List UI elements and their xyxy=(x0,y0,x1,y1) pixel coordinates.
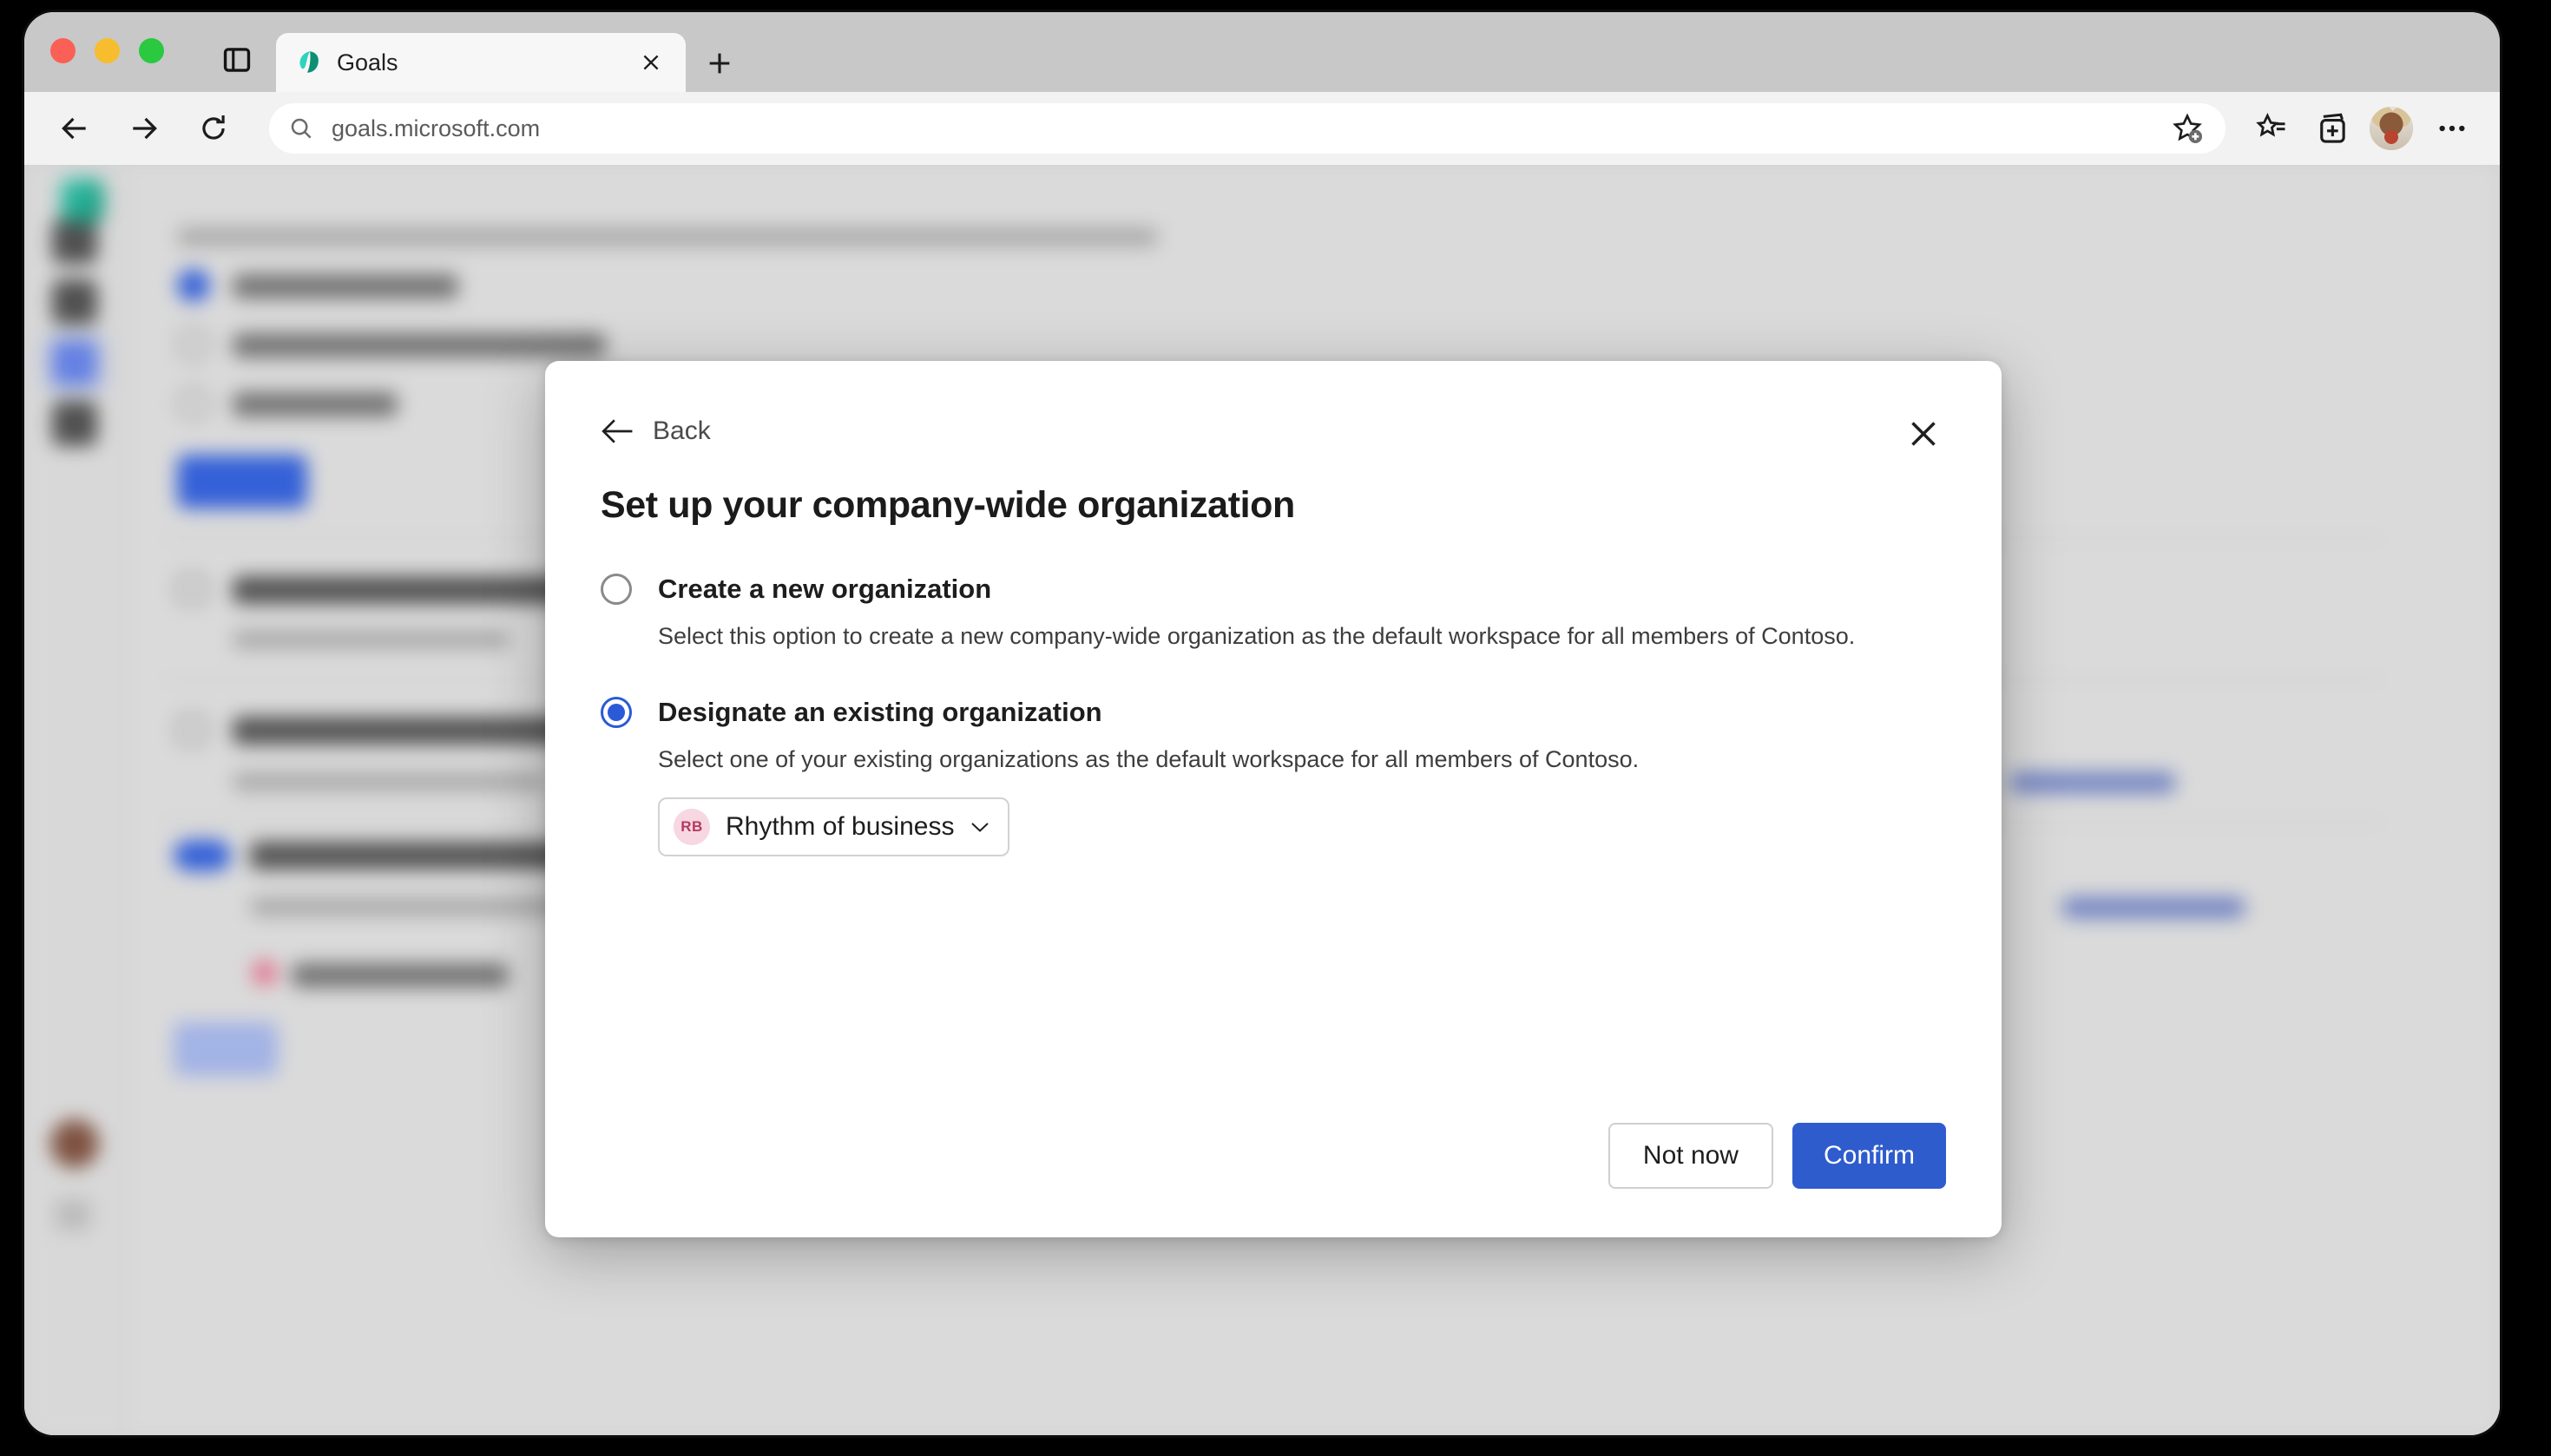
viva-goals-favicon xyxy=(299,51,319,73)
close-icon xyxy=(643,55,659,70)
new-tab-button[interactable] xyxy=(700,43,740,83)
radio-create-new-organization[interactable] xyxy=(601,574,632,605)
arrow-left-icon xyxy=(62,117,86,140)
option-label: Designate an existing organization xyxy=(658,697,1102,727)
collections-icon xyxy=(2320,113,2345,143)
close-dialog-button[interactable] xyxy=(1901,411,1946,456)
browser-tab-strip: Goals xyxy=(24,12,2500,92)
organization-dropdown[interactable]: RB Rhythm of business xyxy=(658,797,1010,856)
address-bar[interactable]: goals.microsoft.com xyxy=(269,103,2226,154)
url-text[interactable]: goals.microsoft.com xyxy=(332,115,2151,142)
maximize-window-button[interactable] xyxy=(139,38,164,63)
favorites-icon xyxy=(2256,113,2285,137)
browser-toolbar: goals.microsoft.com xyxy=(24,92,2500,165)
ellipsis-icon xyxy=(2439,125,2465,132)
option-create-new-organization[interactable]: Create a new organization Select this op… xyxy=(601,572,1946,652)
profile-avatar[interactable] xyxy=(2370,107,2413,150)
desktop-backdrop: Goals goals.microsoft.com Back Set up yo… xyxy=(0,0,2551,1456)
plus-icon xyxy=(709,53,730,74)
favorites-button[interactable] xyxy=(2245,103,2295,154)
nav-forward-button[interactable] xyxy=(118,102,170,154)
organization-avatar: RB xyxy=(674,809,710,845)
window-traffic-lights xyxy=(50,38,164,63)
sidebar-toggle-button[interactable] xyxy=(217,40,257,80)
dialog-topbar: Back xyxy=(601,411,1946,455)
chevron-down-icon xyxy=(971,823,989,832)
reload-icon xyxy=(202,115,225,140)
browser-settings-menu-button[interactable] xyxy=(2427,103,2477,154)
split-panel-icon xyxy=(223,48,251,72)
arrow-left-icon xyxy=(602,419,633,443)
dialog-footer: Not now Confirm xyxy=(601,1123,1946,1189)
nav-back-button[interactable] xyxy=(49,102,101,154)
back-label: Back xyxy=(653,416,711,445)
add-favorite-button[interactable] xyxy=(2168,109,2206,148)
organization-selected-value: Rhythm of business xyxy=(726,812,955,841)
tab-close-button[interactable] xyxy=(634,45,668,80)
option-label: Create a new organization xyxy=(658,574,992,604)
tab-title-label: Goals xyxy=(337,49,398,75)
search-icon xyxy=(291,118,312,139)
radio-designate-existing-organization[interactable] xyxy=(601,697,632,728)
back-button[interactable]: Back xyxy=(601,411,711,451)
minimize-window-button[interactable] xyxy=(95,38,120,63)
collections-button[interactable] xyxy=(2307,103,2357,154)
organization-options-group: Create a new organization Select this op… xyxy=(601,572,1946,856)
browser-window: Goals goals.microsoft.com Back Set up yo… xyxy=(24,12,2500,1435)
nav-reload-button[interactable] xyxy=(187,102,240,154)
not-now-button[interactable]: Not now xyxy=(1608,1123,1773,1189)
option-description: Select one of your existing organization… xyxy=(658,746,1640,772)
close-icon xyxy=(1911,422,1936,446)
close-window-button[interactable] xyxy=(50,38,76,63)
confirm-button[interactable]: Confirm xyxy=(1792,1123,1946,1189)
browser-tab-goals[interactable]: Goals xyxy=(276,33,686,92)
star-plus-icon xyxy=(2173,113,2202,143)
web-page-viewport: Viva Goals admin portal xyxy=(24,165,2500,1435)
option-description: Select this option to create a new compa… xyxy=(658,623,1856,649)
option-designate-existing-organization[interactable]: Designate an existing organization Selec… xyxy=(601,695,1946,856)
dialog-title: Set up your company-wide organization xyxy=(601,484,1295,526)
setup-company-org-dialog: Back Set up your company-wide organizati… xyxy=(545,361,2002,1237)
arrow-right-icon xyxy=(133,117,157,140)
